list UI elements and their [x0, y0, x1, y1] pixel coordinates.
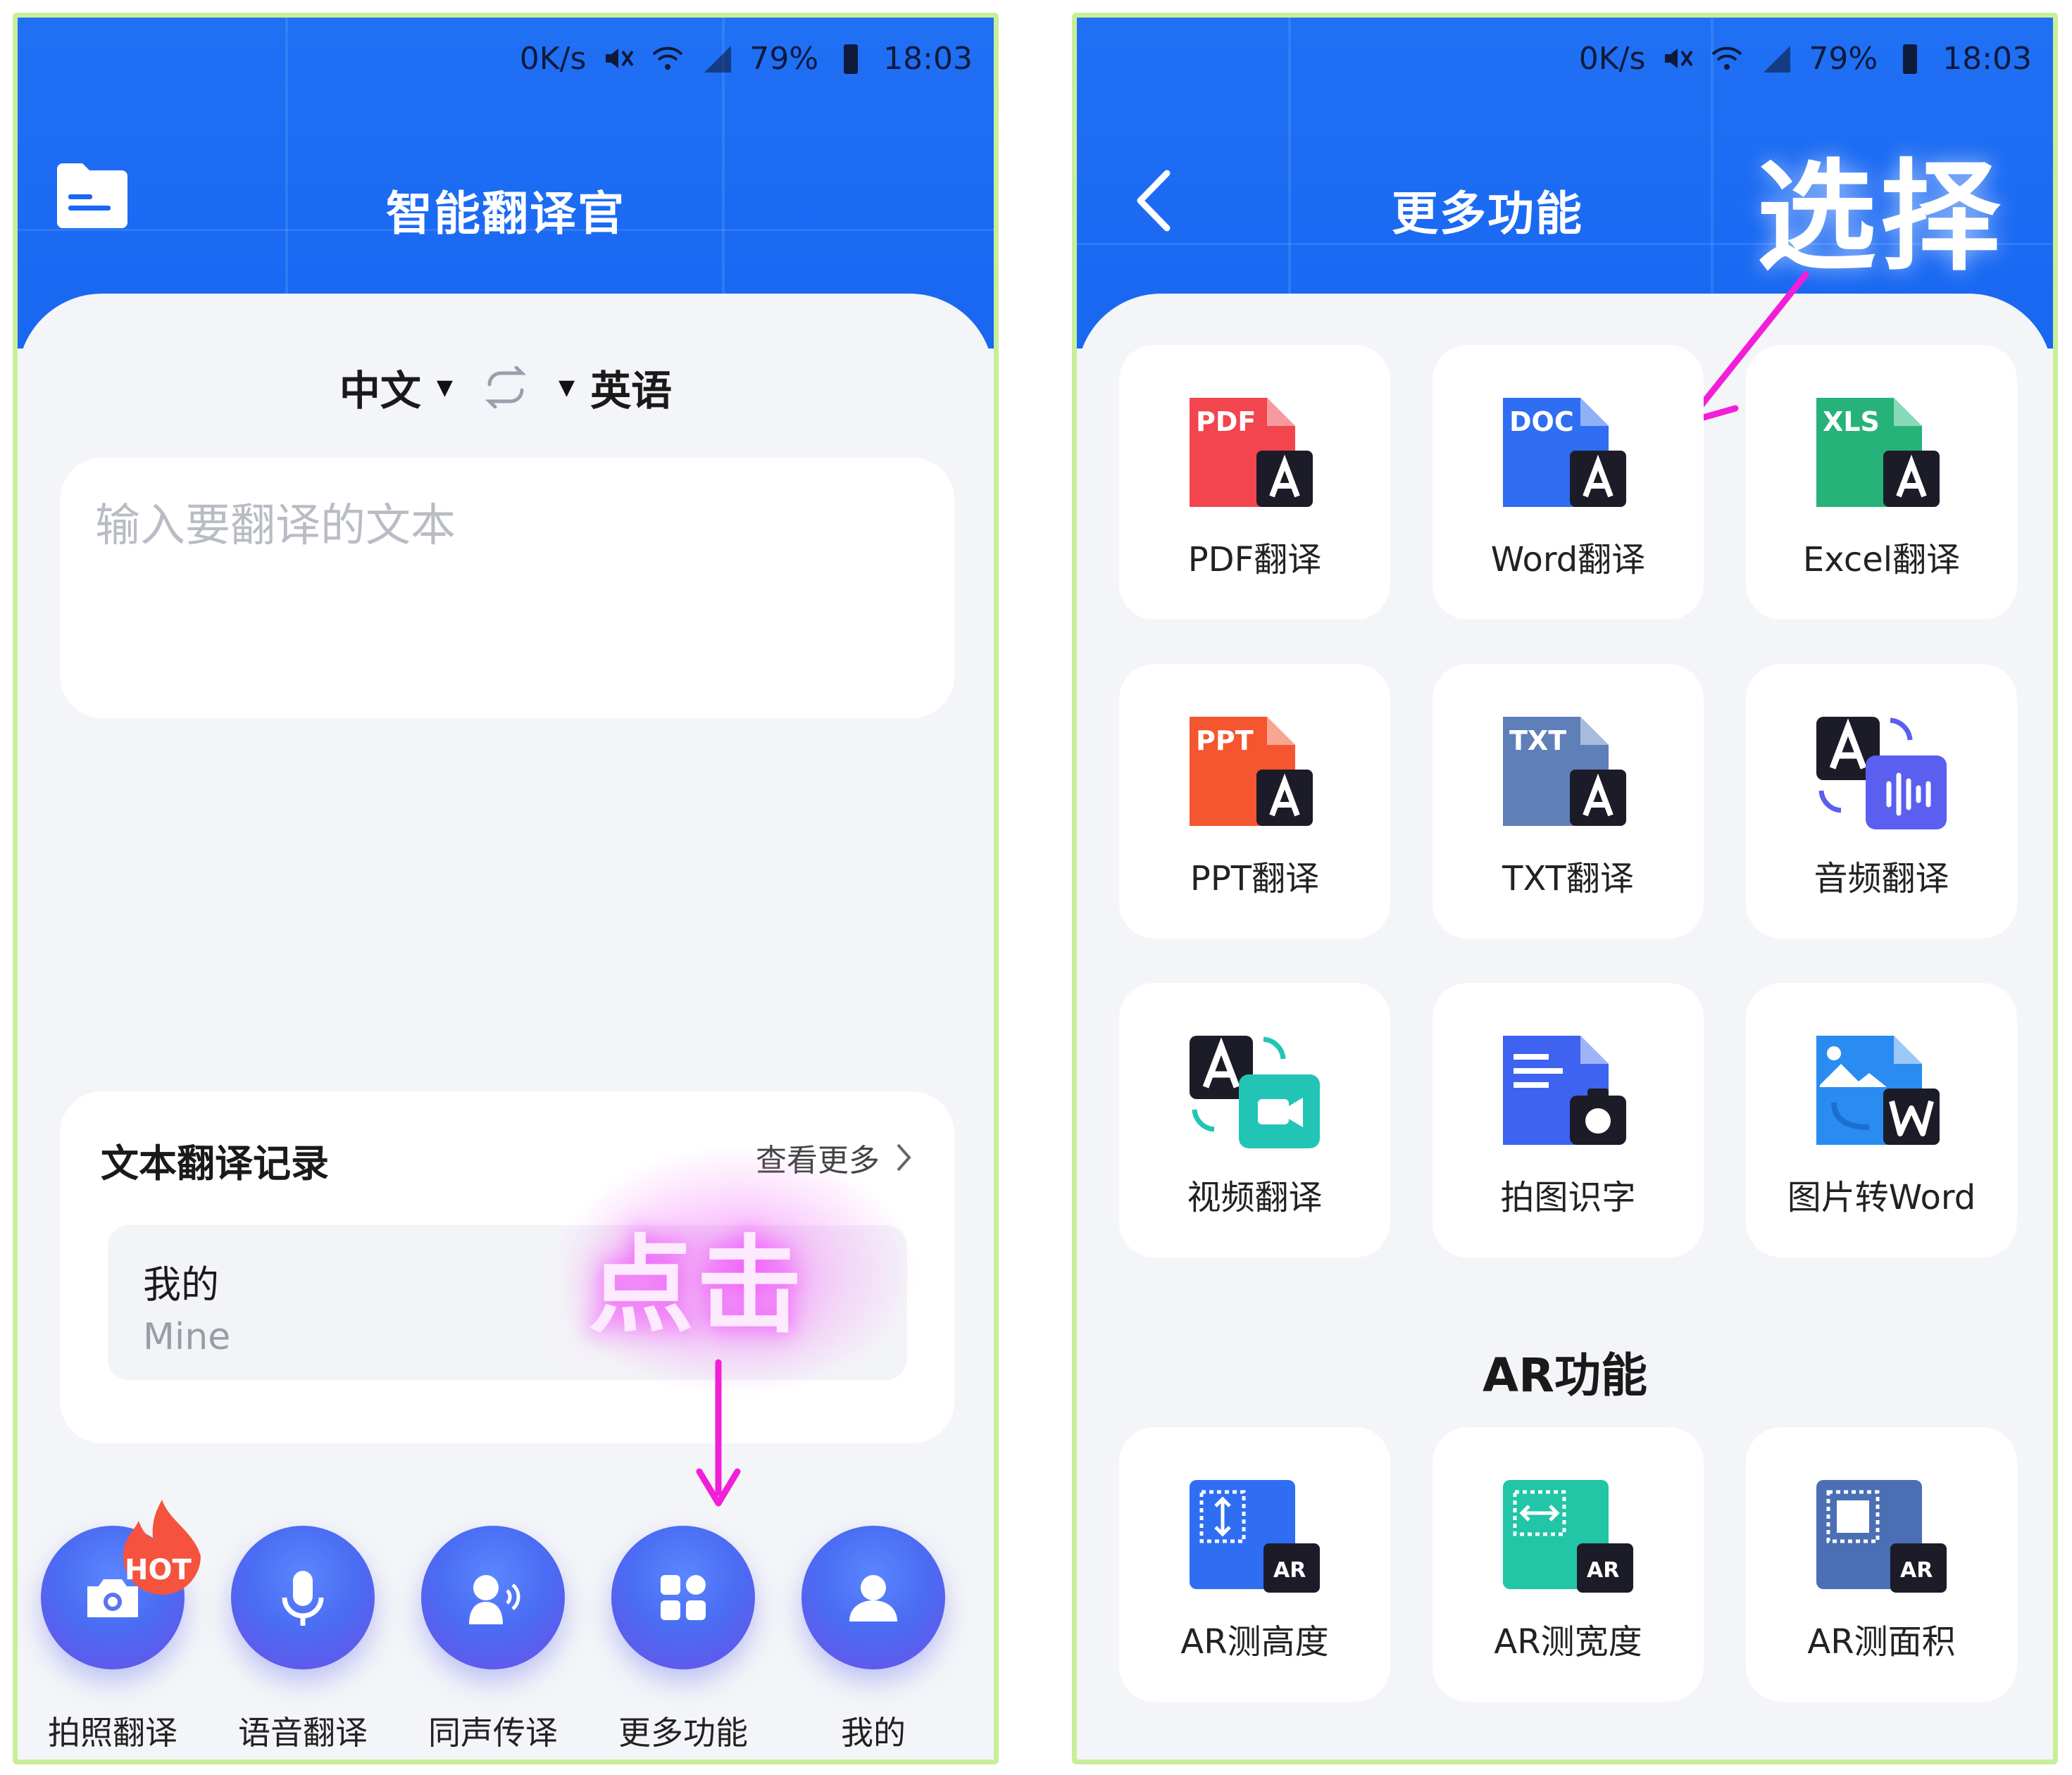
network-speed: 0K/s: [1578, 40, 1646, 77]
audio-translate-icon: [1816, 717, 1947, 829]
feature-label: Word翻译: [1490, 540, 1646, 579]
feature-audio-translate[interactable]: 音频翻译: [1746, 664, 2017, 939]
clock: 18:03: [1942, 40, 2032, 77]
ppt-file-icon: PPT: [1190, 717, 1313, 826]
video-translate-icon: [1190, 1036, 1320, 1148]
ar-section-heading: AR功能: [1483, 1348, 1647, 1403]
file-type-label: XLS: [1823, 406, 1880, 437]
feature-label: PDF翻译: [1187, 540, 1322, 579]
file-type-label: DOC: [1509, 406, 1574, 437]
feature-label: AR测宽度: [1494, 1622, 1642, 1662]
feature-ar-height[interactable]: AR AR测高度: [1119, 1427, 1390, 1702]
page-title: 智能翻译官: [386, 187, 625, 241]
microphone-icon: [282, 1571, 324, 1626]
nav-button[interactable]: [421, 1526, 565, 1669]
feature-label: 图片转Word: [1787, 1178, 1976, 1217]
history-title: 文本翻译记录: [101, 1141, 329, 1186]
feature-label: 音频翻译: [1814, 859, 1949, 898]
mute-icon: [1661, 42, 1695, 75]
feature-photo-ocr[interactable]: 拍图识字: [1433, 983, 1704, 1257]
speaker-person-icon: [469, 1575, 520, 1624]
nav-label: 更多功能: [618, 1714, 748, 1752]
feature-ppt-translate[interactable]: PPT PPT翻译: [1119, 664, 1390, 939]
file-type-label: TXT: [1509, 725, 1566, 756]
feature-video-translate[interactable]: 视频翻译: [1119, 983, 1390, 1257]
image-to-word-icon: [1816, 1036, 1940, 1145]
source-language-label: 中文: [339, 367, 421, 415]
status-bar: 0K/s 79% 18:03: [1579, 30, 2032, 87]
photo-ocr-icon: [1503, 1036, 1626, 1145]
feature-pdf-translate[interactable]: PDF PDF翻译: [1119, 345, 1390, 620]
more-features-screen: 0K/s 79% 18:03 更多功能 选择 PDF PDF翻译 DOC Wor…: [1072, 13, 2058, 1764]
nav-label: 我的: [841, 1714, 906, 1752]
feature-label: Excel翻译: [1802, 540, 1961, 579]
feature-label: 拍图识字: [1500, 1178, 1636, 1217]
nav-label: 语音翻译: [238, 1714, 368, 1752]
feature-image-to-word[interactable]: 图片转Word: [1746, 983, 2017, 1257]
hot-badge: HOT: [116, 1496, 208, 1602]
caret-down-icon: ▼: [558, 375, 575, 400]
ar-width-icon: AR: [1503, 1480, 1633, 1593]
feature-label: 视频翻译: [1187, 1178, 1323, 1217]
ar-area-icon: AR: [1816, 1480, 1947, 1593]
language-selector: 中文 ▼ ▼ 英语: [18, 349, 994, 426]
ar-badge: AR: [1587, 1558, 1619, 1583]
nav-item-mine[interactable]: 我的: [778, 1496, 968, 1760]
source-language-button[interactable]: 中文 ▼: [339, 358, 453, 417]
doc-file-icon: DOC: [1503, 398, 1626, 507]
ar-badge: AR: [1273, 1558, 1306, 1583]
feature-label: AR测高度: [1180, 1622, 1329, 1662]
nav-label: 拍照翻译: [48, 1714, 177, 1752]
wifi-icon: [1710, 42, 1744, 75]
signal-icon: [1759, 42, 1793, 75]
file-type-label: PPT: [1196, 725, 1254, 756]
battery-level: 79%: [749, 40, 819, 77]
click-annotation: 点击: [588, 1225, 806, 1348]
file-type-label: PDF: [1196, 406, 1256, 437]
pdf-file-icon: PDF: [1190, 398, 1313, 507]
target-language-button[interactable]: ▼ 英语: [558, 358, 672, 417]
feature-txt-translate[interactable]: TXT TXT翻译: [1433, 664, 1704, 939]
hot-badge-text: HOT: [125, 1554, 192, 1586]
clock: 18:03: [883, 40, 973, 77]
nav-button[interactable]: [611, 1526, 755, 1669]
feature-word-translate[interactable]: DOC Word翻译: [1433, 345, 1704, 620]
down-arrow-icon: [696, 1359, 741, 1507]
xls-file-icon: XLS: [1816, 398, 1940, 507]
txt-file-icon: TXT: [1503, 717, 1626, 826]
swap-icon[interactable]: [481, 365, 530, 409]
network-speed: 0K/s: [519, 40, 587, 77]
target-language-label: 英语: [590, 367, 673, 415]
mute-icon: [601, 42, 635, 75]
battery-icon: [1893, 42, 1927, 75]
battery-level: 79%: [1809, 40, 1878, 77]
input-placeholder: 输入要翻译的文本: [95, 500, 456, 552]
ar-badge: AR: [1900, 1558, 1933, 1583]
feature-label: PPT翻译: [1190, 859, 1320, 898]
ar-height-icon: AR: [1190, 1480, 1320, 1593]
nav-item-photo-translate[interactable]: HOT 拍照翻译: [18, 1496, 208, 1760]
feature-ar-width[interactable]: AR AR测宽度: [1433, 1427, 1704, 1702]
nav-button[interactable]: [801, 1526, 945, 1669]
nav-button[interactable]: [231, 1526, 375, 1669]
status-bar: 0K/s 79% 18:03: [520, 30, 973, 87]
feature-label: TXT翻译: [1502, 859, 1634, 898]
user-icon: [849, 1575, 897, 1622]
nav-item-voice-translate[interactable]: 语音翻译: [208, 1496, 398, 1760]
battery-icon: [834, 42, 868, 75]
translation-input[interactable]: 输入要翻译的文本: [60, 458, 954, 718]
feature-ar-area[interactable]: AR AR测面积: [1746, 1427, 2017, 1702]
signal-icon: [700, 42, 734, 75]
bottom-nav: HOT 拍照翻译 语音翻译 同声传译 更多功能 我的: [18, 1496, 994, 1760]
wifi-icon: [651, 42, 685, 75]
home-screen: 0K/s 79% 18:03 智能翻译官 中文 ▼ ▼ 英语 输入要翻译的文本 …: [13, 13, 999, 1764]
caret-down-icon: ▼: [436, 375, 453, 400]
nav-item-more-features[interactable]: 更多功能: [588, 1496, 778, 1760]
nav-label: 同声传译: [428, 1714, 558, 1752]
grid-icon: [661, 1575, 706, 1620]
nav-item-simultaneous[interactable]: 同声传译: [398, 1496, 588, 1760]
feature-label: AR测面积: [1807, 1622, 1956, 1662]
feature-excel-translate[interactable]: XLS Excel翻译: [1746, 345, 2017, 620]
